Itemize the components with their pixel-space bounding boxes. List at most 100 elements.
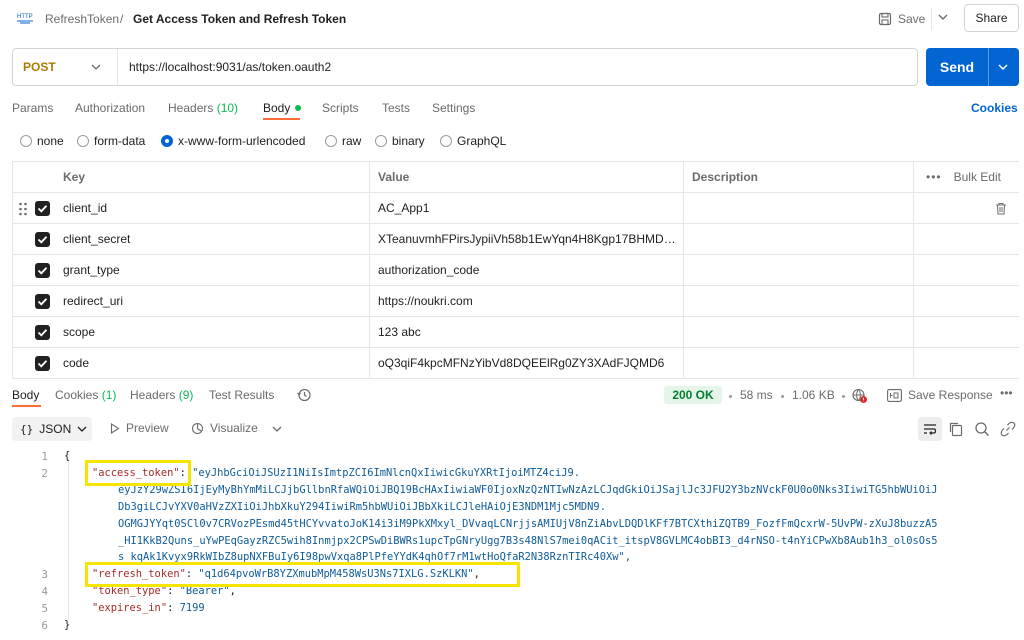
param-value[interactable]: XTeanuvmhFPirsJypiiVh58b1EwYqn4H8Kgp17BH… xyxy=(370,224,684,254)
row-checkbox[interactable] xyxy=(35,294,50,309)
row-checkbox[interactable] xyxy=(35,232,50,247)
tab-params[interactable]: Params xyxy=(12,101,53,115)
top-bar: HTTP RefreshToken / Get Access Token and… xyxy=(0,0,1024,40)
more-icon[interactable]: ••• xyxy=(1000,386,1013,400)
share-button[interactable]: Share xyxy=(964,4,1019,32)
request-tabs: Params Authorization Headers (10) Body S… xyxy=(0,98,1024,120)
save-response-button[interactable]: Save Response xyxy=(908,388,993,402)
body-type-form-data[interactable]: form-data xyxy=(77,134,145,148)
chevron-down-icon[interactable] xyxy=(937,11,949,23)
param-description[interactable] xyxy=(684,286,914,316)
radio-button-selected[interactable] xyxy=(161,135,173,147)
url-input[interactable]: https://localhost:9031/as/token.oauth2 xyxy=(129,60,331,74)
param-key[interactable]: grant_type xyxy=(55,255,370,285)
row-actions-cell xyxy=(914,348,1019,378)
column-header-value: Value xyxy=(370,162,684,192)
method-select[interactable]: POST xyxy=(23,60,56,74)
body-type-urlencoded[interactable]: x-www-form-urlencoded xyxy=(161,134,305,148)
json-value-access-token-5: _HI1KkB2Quns_uYwPEqGayzRZC5wih8Inmjpx2CP… xyxy=(118,535,938,547)
checkbox-cell xyxy=(13,317,55,347)
send-label[interactable]: Send xyxy=(926,48,988,86)
param-key[interactable]: scope xyxy=(55,317,370,347)
param-value[interactable]: oQ3qiF4kpcMFNzYibVd8DQEElRg0ZY3XAdFJQMD6 xyxy=(370,348,684,378)
send-button[interactable]: Send xyxy=(926,48,1019,86)
param-description[interactable] xyxy=(684,348,914,378)
param-key[interactable]: client_id xyxy=(55,193,370,223)
radio-button[interactable] xyxy=(20,135,32,147)
tab-authorization[interactable]: Authorization xyxy=(75,101,145,115)
param-description[interactable] xyxy=(684,317,914,347)
response-tab-test-results[interactable]: Test Results xyxy=(209,388,274,402)
body-type-binary[interactable]: binary xyxy=(375,134,425,148)
row-checkbox[interactable] xyxy=(35,263,50,278)
tab-headers[interactable]: Headers (10) xyxy=(168,101,238,115)
checkbox-cell xyxy=(13,193,55,223)
json-value-expires-in: 7199 xyxy=(179,602,205,614)
drag-handle-icon[interactable] xyxy=(18,202,28,216)
chevron-down-icon[interactable] xyxy=(91,62,101,72)
wrap-icon xyxy=(924,424,937,435)
bulk-edit-button[interactable]: ••• Bulk Edit xyxy=(914,162,1019,192)
visualize-button[interactable]: Visualize xyxy=(191,421,258,435)
trash-icon[interactable] xyxy=(995,202,1007,215)
param-key[interactable]: redirect_uri xyxy=(55,286,370,316)
radio-button[interactable] xyxy=(375,135,387,147)
row-checkbox[interactable] xyxy=(35,356,50,371)
radio-button[interactable] xyxy=(77,135,89,147)
play-icon xyxy=(110,422,120,434)
param-description[interactable] xyxy=(684,255,914,285)
chevron-down-icon[interactable] xyxy=(997,61,1009,73)
tab-tests[interactable]: Tests xyxy=(382,101,410,115)
param-value[interactable]: 123 abc xyxy=(370,317,684,347)
response-tab-body[interactable]: Body xyxy=(12,388,39,402)
response-tab-cookies[interactable]: Cookies (1) xyxy=(55,388,116,402)
tab-settings[interactable]: Settings xyxy=(432,101,475,115)
request-title[interactable]: Get Access Token and Refresh Token xyxy=(133,12,346,26)
bulk-edit-label: Bulk Edit xyxy=(953,170,1001,184)
more-icon[interactable]: ••• xyxy=(926,170,942,184)
radio-button[interactable] xyxy=(440,135,452,147)
tab-body-label: Body xyxy=(263,101,291,115)
cookies-link[interactable]: Cookies xyxy=(971,101,1018,115)
chevron-down-icon[interactable] xyxy=(272,424,282,434)
row-actions-cell xyxy=(914,286,1019,316)
format-select[interactable]: {} JSON xyxy=(12,417,92,441)
line-number: 3 xyxy=(41,568,48,581)
active-tab-underline xyxy=(263,118,300,120)
column-header-description: Description xyxy=(684,162,914,192)
link-icon[interactable] xyxy=(999,420,1017,438)
line-number: 2 xyxy=(41,467,48,480)
body-type-none[interactable]: none xyxy=(20,134,64,148)
row-checkbox[interactable] xyxy=(35,201,50,216)
body-type-raw[interactable]: raw xyxy=(325,134,361,148)
table-row: code oQ3qiF4kpcMFNzYibVd8DQEElRg0ZY3XAdF… xyxy=(13,348,1019,379)
response-time[interactable]: 58 ms xyxy=(740,388,773,402)
row-checkbox[interactable] xyxy=(35,325,50,340)
param-value[interactable]: AC_App1 xyxy=(370,193,684,223)
param-description[interactable] xyxy=(684,224,914,254)
body-type-graphql[interactable]: GraphQL xyxy=(440,134,506,148)
param-key[interactable]: code xyxy=(55,348,370,378)
history-icon[interactable] xyxy=(296,387,312,403)
search-icon[interactable] xyxy=(973,420,991,438)
breadcrumb-collection[interactable]: RefreshToken xyxy=(45,12,119,26)
tab-scripts[interactable]: Scripts xyxy=(322,101,359,115)
copy-icon[interactable] xyxy=(947,420,965,438)
param-key[interactable]: client_secret xyxy=(55,224,370,254)
network-globe-icon[interactable] xyxy=(851,387,868,404)
response-tab-headers[interactable]: Headers (9) xyxy=(130,388,193,402)
preview-button[interactable]: Preview xyxy=(110,421,169,435)
param-value[interactable]: authorization_code xyxy=(370,255,684,285)
wrap-lines-button[interactable] xyxy=(918,417,942,441)
param-description[interactable] xyxy=(684,193,914,223)
tab-body[interactable]: Body xyxy=(263,101,302,115)
radio-button[interactable] xyxy=(325,135,337,147)
line-number: 4 xyxy=(41,585,48,598)
response-size[interactable]: 1.06 KB xyxy=(792,388,835,402)
save-response-icon[interactable] xyxy=(887,389,902,402)
checkbox-cell xyxy=(13,348,55,378)
param-value[interactable]: https://noukri.com xyxy=(370,286,684,316)
save-button[interactable]: Save xyxy=(878,8,925,30)
response-toolbar: {} JSON Preview Visualize xyxy=(0,417,1024,441)
status-badge[interactable]: 200 OK xyxy=(664,386,722,404)
